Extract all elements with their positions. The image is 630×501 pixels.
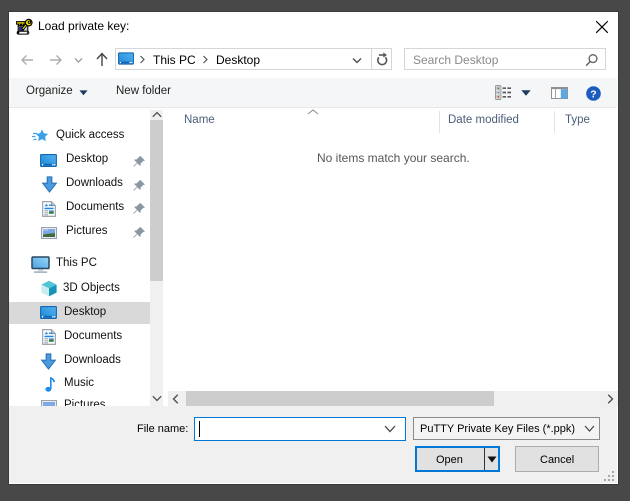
svg-text:?: ? bbox=[590, 88, 596, 100]
